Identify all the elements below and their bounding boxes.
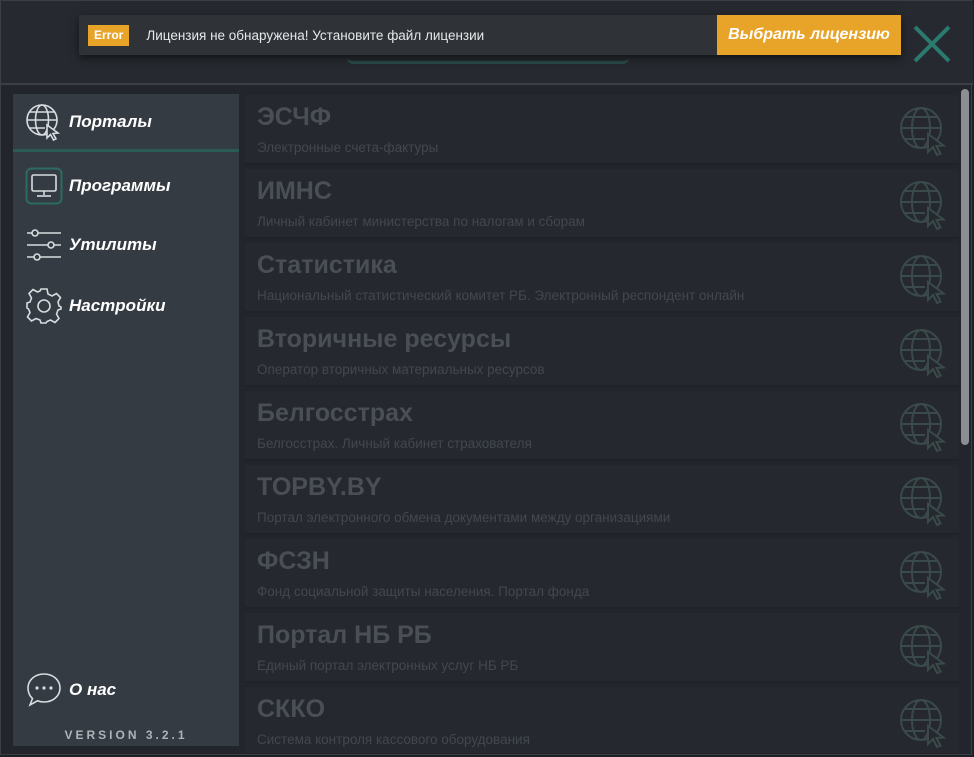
globe-cursor-icon[interactable]: [897, 252, 951, 306]
sidebar-item-label: Программы: [69, 176, 171, 195]
app-window: Error Лицензия не обнаружена! Установите…: [0, 0, 973, 755]
version-label: VERSION 3.2.1: [64, 728, 188, 742]
portal-title: TOPBY.BY: [257, 473, 382, 501]
globe-cursor-icon[interactable]: [897, 548, 951, 602]
list-scrollbar[interactable]: [960, 89, 970, 751]
sidebar-item-programs[interactable]: Программы: [13, 157, 239, 215]
portal-list: ЭСЧФ Электронные счета-фактуры ИМНС Личн…: [245, 93, 959, 753]
list-item[interactable]: TOPBY.BY Портал электронного обмена доку…: [245, 465, 959, 535]
gear-icon: [24, 286, 64, 326]
sidebar-item-settings[interactable]: Настройки: [13, 277, 239, 335]
portal-subtitle: Электронные счета-фактуры: [257, 140, 439, 155]
portal-title: Статистика: [257, 251, 397, 279]
globe-cursor-icon[interactable]: [897, 326, 951, 380]
portal-title: Портал НБ РБ: [257, 621, 432, 649]
error-badge: Error: [88, 24, 130, 46]
sidebar-item-label: Настройки: [69, 296, 166, 315]
list-item[interactable]: ИМНС Личный кабинет министерства по нало…: [245, 169, 959, 239]
portal-subtitle: Белгосстрах. Личный кабинет страхователя: [257, 436, 532, 451]
portal-subtitle: Система контроля кассового оборудования: [257, 732, 530, 747]
globe-cursor-icon[interactable]: [897, 104, 951, 158]
globe-cursor-icon[interactable]: [897, 178, 951, 232]
globe-cursor-icon[interactable]: [897, 474, 951, 528]
sidebar-item-label: Порталы: [69, 111, 152, 131]
close-icon[interactable]: [909, 21, 955, 67]
list-item[interactable]: Портал НБ РБ Единый портал электронных у…: [245, 613, 959, 683]
top-bar: Error Лицензия не обнаружена! Установите…: [1, 1, 973, 85]
portal-title: Белгосстрах: [257, 399, 413, 427]
portal-title: СККО: [257, 695, 326, 723]
globe-cursor-icon: [24, 102, 64, 142]
sidebar-item-utilities[interactable]: Утилиты: [13, 216, 239, 274]
list-item[interactable]: Белгосстрах Белгосстрах. Личный кабинет …: [245, 391, 959, 461]
license-error-notification: Error Лицензия не обнаружена! Установите…: [79, 15, 901, 55]
error-message: Лицензия не обнаружена! Установите файл …: [146, 27, 485, 43]
sidebar-item-portals[interactable]: Порталы: [13, 94, 239, 152]
list-item[interactable]: ЭСЧФ Электронные счета-фактуры: [245, 95, 959, 165]
sliders-icon: [24, 225, 64, 265]
list-item[interactable]: СККО Система контроля кассового оборудов…: [245, 687, 959, 753]
monitor-icon: [24, 166, 64, 206]
list-item[interactable]: Статистика Национальный статистический к…: [245, 243, 959, 313]
scrollbar-thumb[interactable]: [961, 89, 969, 445]
portal-title: Вторичные ресурсы: [257, 325, 512, 353]
globe-cursor-icon[interactable]: [897, 696, 951, 750]
sidebar-item-about[interactable]: О нас: [13, 661, 239, 719]
chat-bubble-icon: [24, 670, 64, 710]
list-item[interactable]: Вторичные ресурсы Оператор вторичных мат…: [245, 317, 959, 387]
portal-subtitle: Единый портал электронных услуг НБ РБ: [257, 658, 519, 673]
portal-subtitle: Личный кабинет министерства по налогам и…: [257, 214, 585, 229]
portal-subtitle: Фонд социальной защиты населения. Портал…: [257, 584, 590, 599]
portal-title: ФСЗН: [257, 547, 330, 575]
portal-subtitle: Портал электронного обмена документами м…: [257, 510, 671, 525]
portal-title: ИМНС: [257, 177, 332, 205]
portal-subtitle: Национальный статистический комитет РБ. …: [257, 288, 745, 303]
portal-title: ЭСЧФ: [257, 103, 332, 131]
choose-license-button[interactable]: Выбрать лицензию: [717, 15, 901, 55]
sidebar-item-label: Утилиты: [69, 235, 157, 254]
globe-cursor-icon[interactable]: [897, 400, 951, 454]
sidebar: Порталы Программы Утилиты Настройки О на…: [13, 94, 239, 746]
list-item[interactable]: ФСЗН Фонд социальной защиты населения. П…: [245, 539, 959, 609]
sidebar-item-label: О нас: [69, 680, 117, 699]
globe-cursor-icon[interactable]: [897, 622, 951, 676]
portal-subtitle: Оператор вторичных материальных ресурсов: [257, 362, 545, 377]
